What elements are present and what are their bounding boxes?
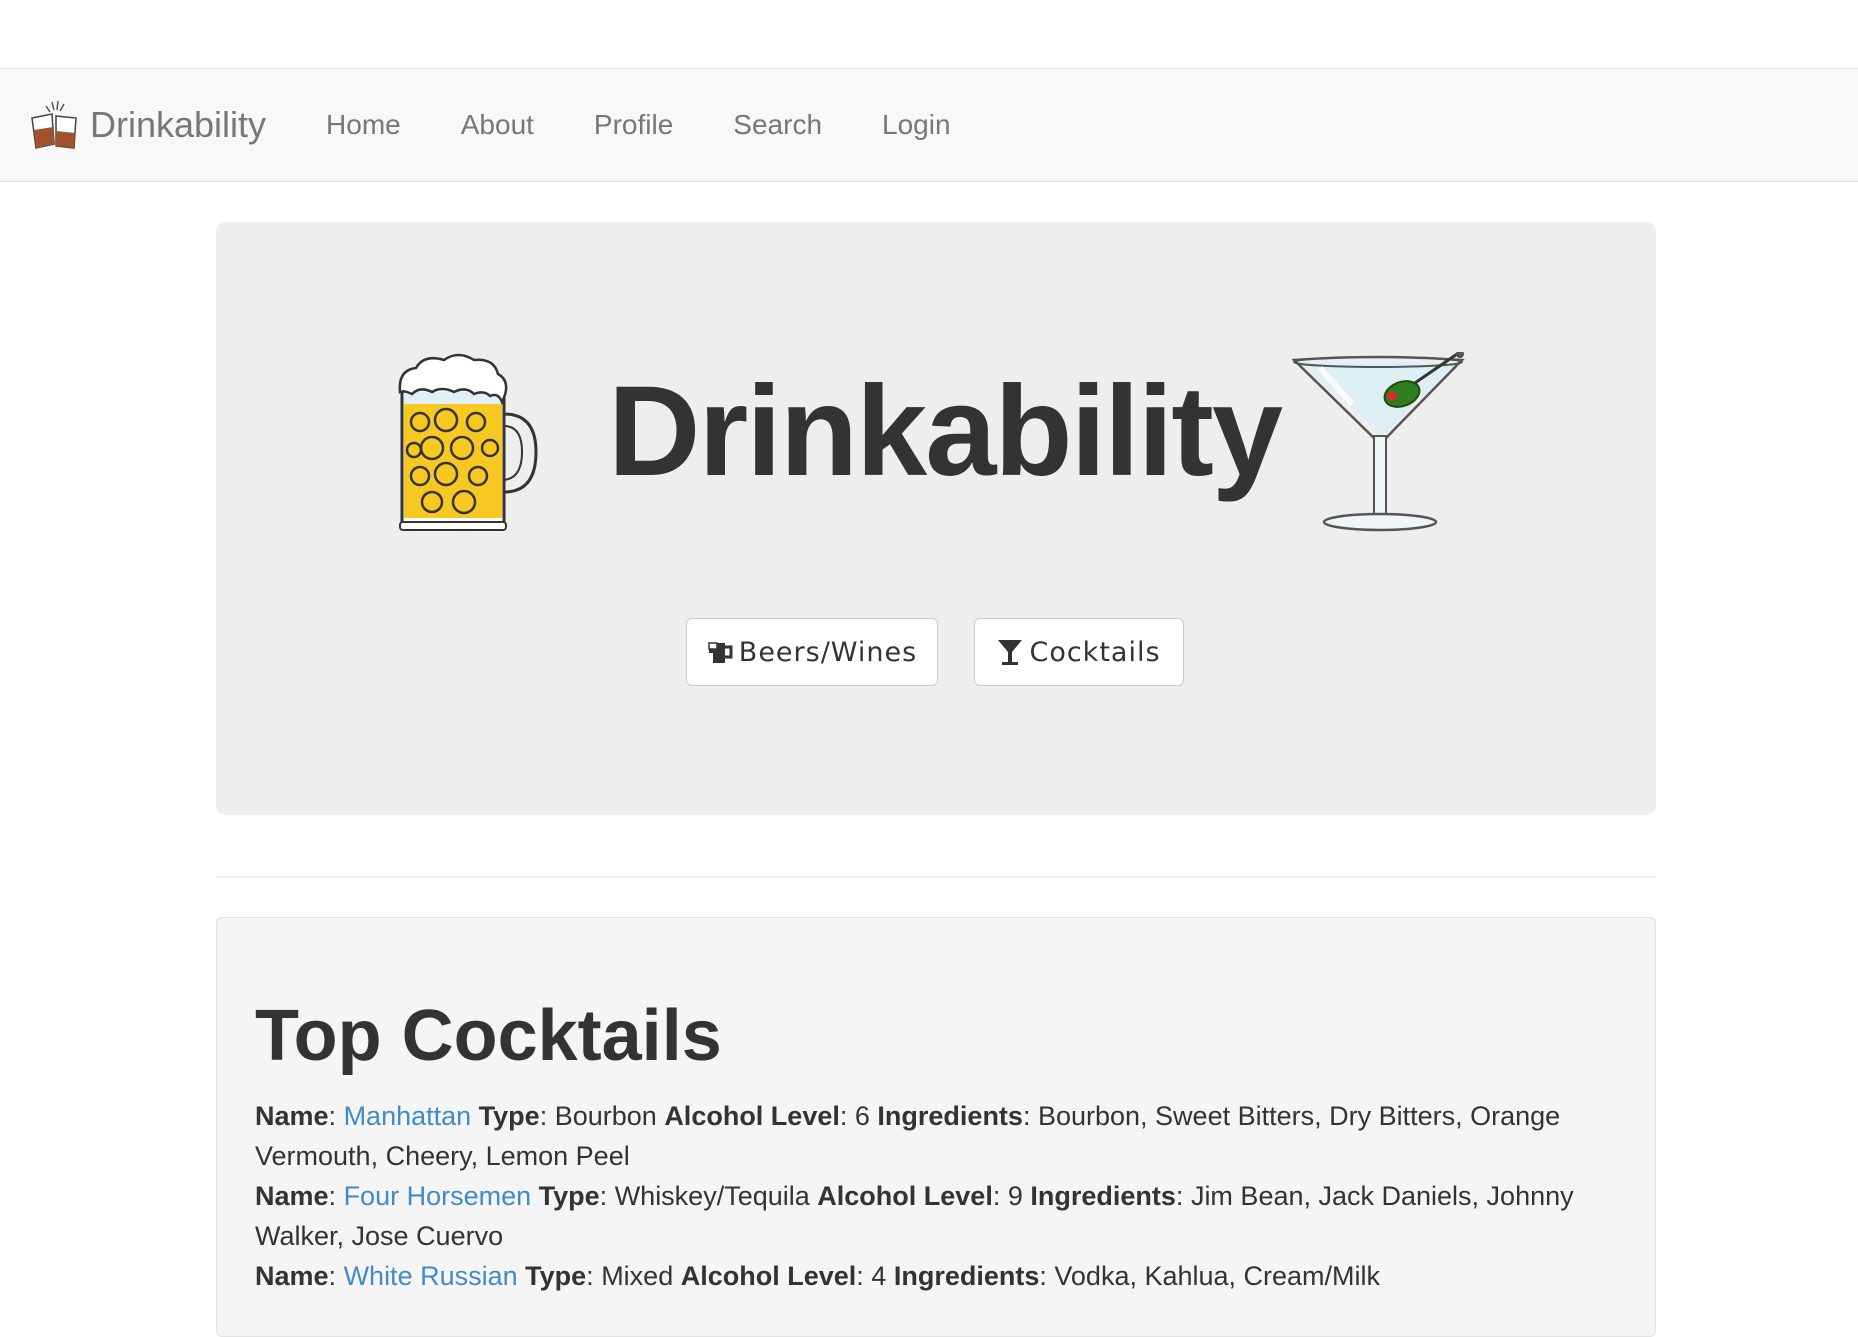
hero-jumbotron: Drinkability Beers/Wines Cocktails bbox=[216, 222, 1656, 815]
type-value: Bourbon bbox=[554, 1101, 657, 1131]
top-cocktails-title: Top Cocktails bbox=[255, 996, 722, 1076]
brand-name: Drinkability bbox=[90, 104, 267, 145]
list-item: Name: Four Horsemen Type: Whiskey/Tequil… bbox=[255, 1181, 1574, 1251]
alcohol-level-label: Alcohol Level bbox=[680, 1261, 857, 1291]
cocktail-link-manhattan[interactable]: Manhattan bbox=[344, 1101, 472, 1131]
cocktail-link-white-russian[interactable]: White Russian bbox=[344, 1261, 518, 1291]
beers-wines-label: Beers/Wines bbox=[738, 636, 918, 668]
list-item: Name: Manhattan Type: Bourbon Alcohol Le… bbox=[255, 1101, 1561, 1171]
martini-glass-icon bbox=[1292, 352, 1465, 532]
hero-title: Drinkability bbox=[608, 360, 1283, 503]
nav-login-link[interactable]: Login bbox=[882, 109, 951, 141]
cocktail-list: Name: Manhattan Type: Bourbon Alcohol Le… bbox=[255, 1096, 1595, 1296]
beer-mug-icon bbox=[398, 353, 538, 531]
nav-links: Home About Profile Search Login bbox=[326, 109, 1010, 141]
section-divider bbox=[216, 876, 1656, 878]
type-label: Type bbox=[538, 1181, 600, 1211]
type-value: Whiskey/Tequila bbox=[614, 1181, 810, 1211]
mug-icon bbox=[708, 642, 733, 663]
alcohol-level-label: Alcohol Level bbox=[664, 1101, 840, 1131]
ingredients-value: Vodka, Kahlua, Cream/Milk bbox=[1054, 1261, 1381, 1291]
hero-buttons: Beers/Wines Cocktails bbox=[216, 618, 1656, 688]
type-value: Mixed bbox=[601, 1261, 674, 1291]
beers-wines-button[interactable]: Beers/Wines bbox=[686, 618, 938, 686]
toasting-glasses-icon bbox=[31, 100, 77, 149]
cocktail-link-four-horsemen[interactable]: Four Horsemen bbox=[344, 1181, 532, 1211]
alcohol-level-value: 9 bbox=[1007, 1181, 1023, 1211]
cocktails-label: Cocktails bbox=[1029, 636, 1161, 668]
type-label: Type bbox=[478, 1101, 540, 1131]
alcohol-level-label: Alcohol Level bbox=[817, 1181, 993, 1211]
name-label: Name bbox=[255, 1181, 329, 1211]
type-label: Type bbox=[525, 1261, 587, 1291]
brand-link[interactable]: Drinkability bbox=[28, 98, 266, 152]
hero-row: Drinkability bbox=[216, 352, 1656, 542]
top-cocktails-panel: Top Cocktails Name: Manhattan Type: Bour… bbox=[216, 917, 1656, 1337]
nav-about-link[interactable]: About bbox=[461, 109, 534, 141]
ingredients-label: Ingredients bbox=[877, 1101, 1023, 1131]
nav-home-link[interactable]: Home bbox=[326, 109, 401, 141]
navbar: Drinkability Home About Profile Search L… bbox=[0, 68, 1858, 182]
list-item: Name: White Russian Type: Mixed Alcohol … bbox=[255, 1261, 1381, 1291]
ingredients-label: Ingredients bbox=[1030, 1181, 1176, 1211]
nav-profile-link[interactable]: Profile bbox=[594, 109, 673, 141]
alcohol-level-value: 4 bbox=[871, 1261, 887, 1291]
name-label: Name bbox=[255, 1261, 329, 1291]
ingredients-label: Ingredients bbox=[893, 1261, 1040, 1291]
alcohol-level-value: 6 bbox=[854, 1101, 870, 1131]
nav-search-link[interactable]: Search bbox=[733, 109, 822, 141]
glass-icon bbox=[998, 640, 1023, 665]
cocktails-button[interactable]: Cocktails bbox=[974, 618, 1184, 686]
name-label: Name bbox=[255, 1101, 329, 1131]
